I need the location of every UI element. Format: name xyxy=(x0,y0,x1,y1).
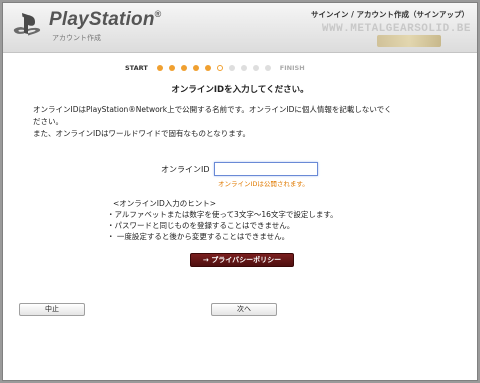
hint-item: ・パスワードと同じものを登録することはできません。 xyxy=(107,221,295,230)
online-id-label: オンラインID xyxy=(161,164,210,174)
trademark-mark: ® xyxy=(154,9,162,19)
description: オンラインIDはPlayStation®Network上で公開する名前です。オン… xyxy=(33,104,453,140)
online-id-note: オンラインIDは公開されます。 xyxy=(218,180,309,188)
progress-step-dot xyxy=(156,65,163,71)
progress-step-dot xyxy=(192,65,199,71)
watermark-logo xyxy=(377,35,441,47)
progress-step-dot xyxy=(168,65,175,71)
privacy-policy-button[interactable]: → プライバシーポリシー xyxy=(190,253,294,267)
cancel-button[interactable]: 中止 xyxy=(19,303,85,316)
progress-step-dot xyxy=(216,65,223,71)
progress-step-dot xyxy=(240,65,247,71)
progress-indicator: START FINISH xyxy=(125,61,365,75)
watermark-text: WWW.METALGEARSOLID.BE xyxy=(321,23,471,35)
hints-title: <オンラインID入力のヒント> xyxy=(113,199,217,208)
hint-item: ・アルファベットまたは数字を使って3文字〜16文字で設定します。 xyxy=(107,210,338,219)
description-line: また、オンラインIDはワールドワイドで固有なものとなります。 xyxy=(33,129,251,138)
next-button[interactable]: 次へ xyxy=(211,303,277,316)
hint-item: ・ 一度設定すると後から変更することはできません。 xyxy=(107,232,290,241)
progress-step-dot xyxy=(180,65,187,71)
browser-frame: PlayStation® アカウント作成 サインイン / アカウント作成（サイン… xyxy=(2,2,478,381)
playstation-logo-icon xyxy=(13,13,41,36)
progress-step-dot xyxy=(264,65,271,71)
screen-title: サインイン / アカウント作成（サインアップ） xyxy=(311,10,469,19)
progress-step-dot xyxy=(228,65,235,71)
description-line: ださい。 xyxy=(33,117,63,126)
brand-name: PlayStation® xyxy=(49,9,162,30)
brand-subtitle: アカウント作成 xyxy=(52,34,101,42)
progress-dots xyxy=(154,65,274,71)
progress-finish-label: FINISH xyxy=(279,64,305,72)
header-bar: PlayStation® アカウント作成 サインイン / アカウント作成（サイン… xyxy=(3,3,477,53)
online-id-row: オンラインID xyxy=(161,161,318,177)
description-line: オンラインIDはPlayStation®Network上で公開する名前です。オン… xyxy=(33,105,392,114)
progress-step-dot xyxy=(252,65,259,71)
page-prompt: オンラインIDを入力してください。 xyxy=(171,85,309,95)
hints-section: <オンラインID入力のヒント> ・アルファベットまたは数字を使って3文字〜16文… xyxy=(107,198,407,242)
online-id-input[interactable] xyxy=(213,162,318,176)
progress-step-dot xyxy=(204,65,211,71)
progress-start-label: START xyxy=(125,64,148,72)
